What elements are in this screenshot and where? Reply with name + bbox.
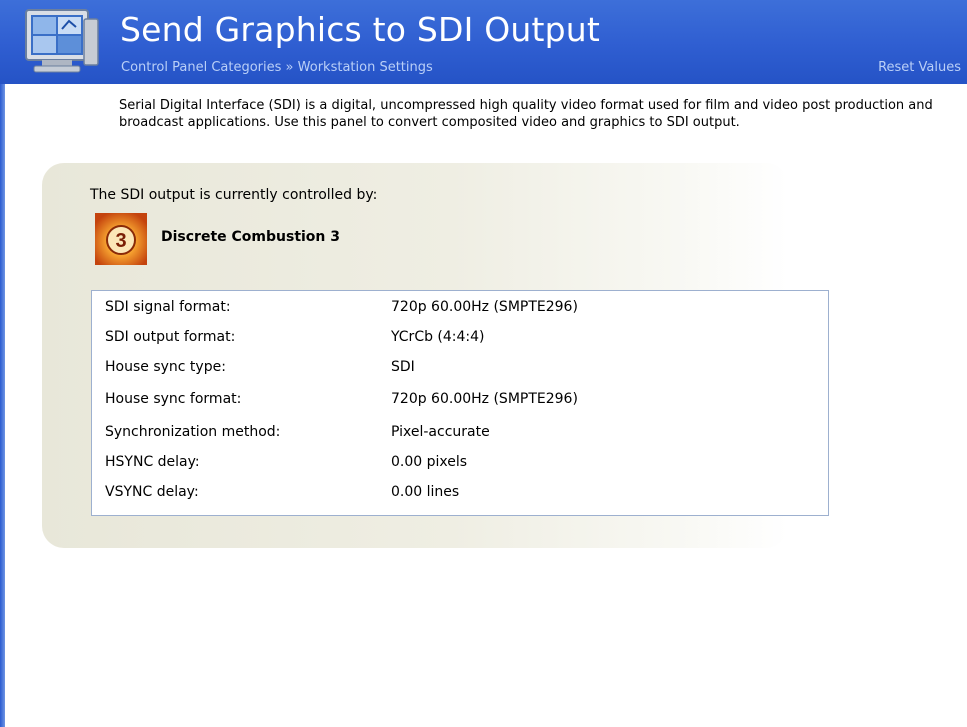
info-label: VSYNC delay:: [105, 484, 199, 500]
combustion-app-icon: 3: [95, 213, 147, 265]
left-edge-stripe: [0, 84, 5, 727]
info-row-house-sync-format: House sync format: 720p 60.00Hz (SMPTE29…: [92, 391, 828, 413]
info-row-output-format: SDI output format: YCrCb (4:4:4): [92, 329, 828, 351]
combustion-app-icon-glyph: 3: [115, 230, 126, 252]
reset-values-link[interactable]: Reset Values: [878, 60, 961, 75]
info-value: 0.00 lines: [391, 484, 460, 500]
info-value: SDI: [391, 359, 415, 375]
breadcrumb: Control Panel Categories » Workstation S…: [121, 60, 433, 75]
sdi-description: Serial Digital Interface (SDI) is a digi…: [119, 98, 933, 130]
info-label: HSYNC delay:: [105, 454, 200, 470]
breadcrumb-separator: »: [285, 60, 294, 75]
info-value: 720p 60.00Hz (SMPTE296): [391, 391, 578, 407]
page-header: Send Graphics to SDI Output Control Pane…: [0, 0, 967, 84]
info-row-signal-format: SDI signal format: 720p 60.00Hz (SMPTE29…: [92, 299, 828, 321]
controller-app-name: Discrete Combustion 3: [161, 229, 341, 245]
sdi-info-table: SDI signal format: 720p 60.00Hz (SMPTE29…: [91, 290, 829, 516]
info-row-hsync-delay: HSYNC delay: 0.00 pixels: [92, 454, 828, 476]
info-row-house-sync-type: House sync type: SDI: [92, 359, 828, 381]
breadcrumb-workstation-settings[interactable]: Workstation Settings: [298, 60, 433, 75]
info-value: Pixel-accurate: [391, 424, 490, 440]
info-label: House sync type:: [105, 359, 226, 375]
info-label: Synchronization method:: [105, 424, 281, 440]
page-title: Send Graphics to SDI Output: [120, 10, 601, 49]
info-label: SDI signal format:: [105, 299, 231, 315]
info-value: YCrCb (4:4:4): [391, 329, 485, 345]
breadcrumb-control-panel-categories[interactable]: Control Panel Categories: [121, 60, 281, 75]
info-value: 0.00 pixels: [391, 454, 468, 470]
monitor-workstation-icon: [25, 9, 99, 73]
info-row-vsync-delay: VSYNC delay: 0.00 lines: [92, 484, 828, 506]
info-row-sync-method: Synchronization method: Pixel-accurate: [92, 424, 828, 446]
controlled-by-label: The SDI output is currently controlled b…: [90, 187, 378, 203]
info-label: House sync format:: [105, 391, 242, 407]
info-value: 720p 60.00Hz (SMPTE296): [391, 299, 578, 315]
info-label: SDI output format:: [105, 329, 236, 345]
